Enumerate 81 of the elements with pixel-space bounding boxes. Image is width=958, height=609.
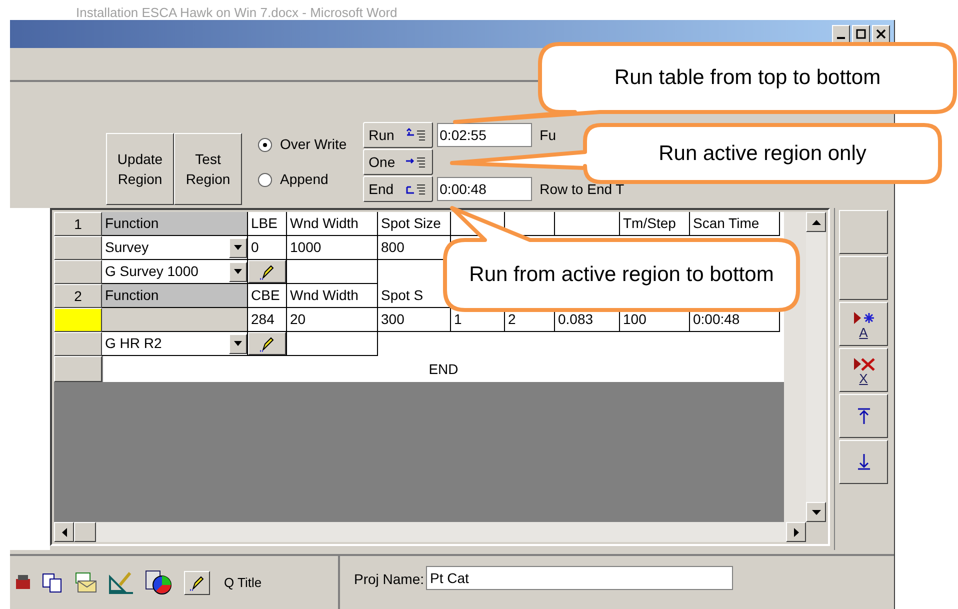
tool-letter: A	[859, 326, 868, 338]
minimize-button[interactable]	[832, 25, 850, 43]
close-button[interactable]	[872, 25, 890, 43]
run-mode-icon	[404, 182, 427, 196]
scroll-down-icon[interactable]	[806, 502, 826, 522]
edit-button[interactable]	[248, 332, 286, 355]
run-button[interactable]: End	[362, 176, 433, 202]
column-header: Spot Size	[378, 212, 451, 236]
region-number[interactable]: 2	[54, 284, 102, 308]
region-button[interactable]: Test Region	[174, 133, 242, 205]
delete-row-icon	[852, 356, 876, 372]
edit-button[interactable]	[248, 260, 286, 283]
table-cell: 284	[248, 308, 287, 332]
project-name-field[interactable]: Pt Cat	[426, 566, 734, 590]
function-dropdown[interactable]: Survey	[102, 236, 247, 259]
region-number[interactable]: 1	[54, 212, 102, 236]
callout-text: Run from active region to bottom	[469, 262, 774, 288]
tool-button[interactable]	[839, 440, 888, 484]
tool-letter: X	[859, 372, 868, 384]
table-cell: 300	[378, 308, 451, 332]
minimize-icon	[837, 37, 845, 39]
function-header: Function	[102, 284, 248, 308]
column-header: LBE	[248, 212, 287, 236]
write-mode-radio[interactable]: Append	[258, 169, 347, 190]
run-mode-icon	[404, 155, 427, 169]
column-header: CBE	[248, 284, 287, 308]
pencil-icon	[189, 574, 205, 590]
move-to-top-icon	[856, 407, 872, 425]
tool-button[interactable]: X	[839, 348, 888, 392]
end-marker: END	[102, 356, 784, 382]
scroll-right-icon[interactable]	[786, 522, 806, 542]
scroll-thumb[interactable]	[74, 522, 96, 542]
time-label: Row to End T	[540, 180, 624, 198]
callout-text: Run active region only	[658, 140, 866, 167]
function-dropdown[interactable]: G Survey 1000	[102, 260, 247, 283]
row-header[interactable]	[54, 236, 102, 260]
time-field[interactable]: 0:00:48	[436, 177, 532, 201]
tool-button[interactable]	[839, 210, 888, 254]
column-header: Wnd Width	[287, 284, 378, 308]
run-button[interactable]: Run	[362, 122, 433, 148]
drafting-tools-icon	[108, 570, 134, 594]
table-cell: 20	[287, 308, 378, 332]
tool-button[interactable]: A	[839, 302, 888, 346]
table-cell: 0	[248, 236, 287, 260]
pie-chart-icon	[144, 568, 174, 596]
function-header: Function	[102, 212, 248, 236]
edit-button[interactable]	[184, 570, 210, 594]
row-header[interactable]	[54, 260, 102, 284]
row-header[interactable]	[54, 356, 102, 382]
title-label: Q Title	[224, 574, 262, 592]
run-mode-icon	[404, 128, 427, 142]
callout-text: Run table from top to bottom	[614, 65, 881, 92]
vertical-scrollbar[interactable]	[806, 212, 826, 522]
time-field[interactable]: 0:02:55	[436, 123, 532, 147]
tool-button[interactable]	[839, 256, 888, 300]
write-mode-radio[interactable]: Over Write	[258, 134, 347, 155]
column-header: Scan Time	[690, 212, 780, 236]
row-header[interactable]	[54, 308, 102, 332]
region-button[interactable]: Update Region	[106, 133, 174, 205]
document-title: Installation ESCA Hawk on Win 7.docx - Microsoft Word	[76, 6, 398, 20]
scroll-left-icon[interactable]	[54, 522, 74, 542]
tool-button[interactable]	[839, 394, 888, 438]
column-header: Tm/Step	[620, 212, 690, 236]
time-label: Fu	[540, 126, 556, 144]
table-cell: 1000	[287, 236, 378, 260]
run-button[interactable]: One	[362, 149, 433, 175]
pencil-icon	[259, 264, 275, 280]
maximize-button[interactable]	[852, 25, 870, 43]
function-dropdown[interactable]: G HR R2	[102, 332, 247, 355]
envelope-icon	[74, 572, 98, 594]
close-icon	[876, 29, 886, 39]
maximize-icon	[856, 29, 866, 39]
column-header: Wnd Width	[287, 212, 378, 236]
row-header[interactable]	[54, 332, 102, 356]
horizontal-scrollbar[interactable]	[54, 522, 806, 542]
insert-row-icon	[852, 310, 876, 326]
pencil-icon	[259, 336, 275, 352]
move-to-bottom-icon	[856, 453, 872, 471]
scroll-up-icon[interactable]	[806, 212, 826, 232]
copy-icon	[42, 572, 64, 592]
project-name-label: Proj Name:	[354, 570, 424, 589]
